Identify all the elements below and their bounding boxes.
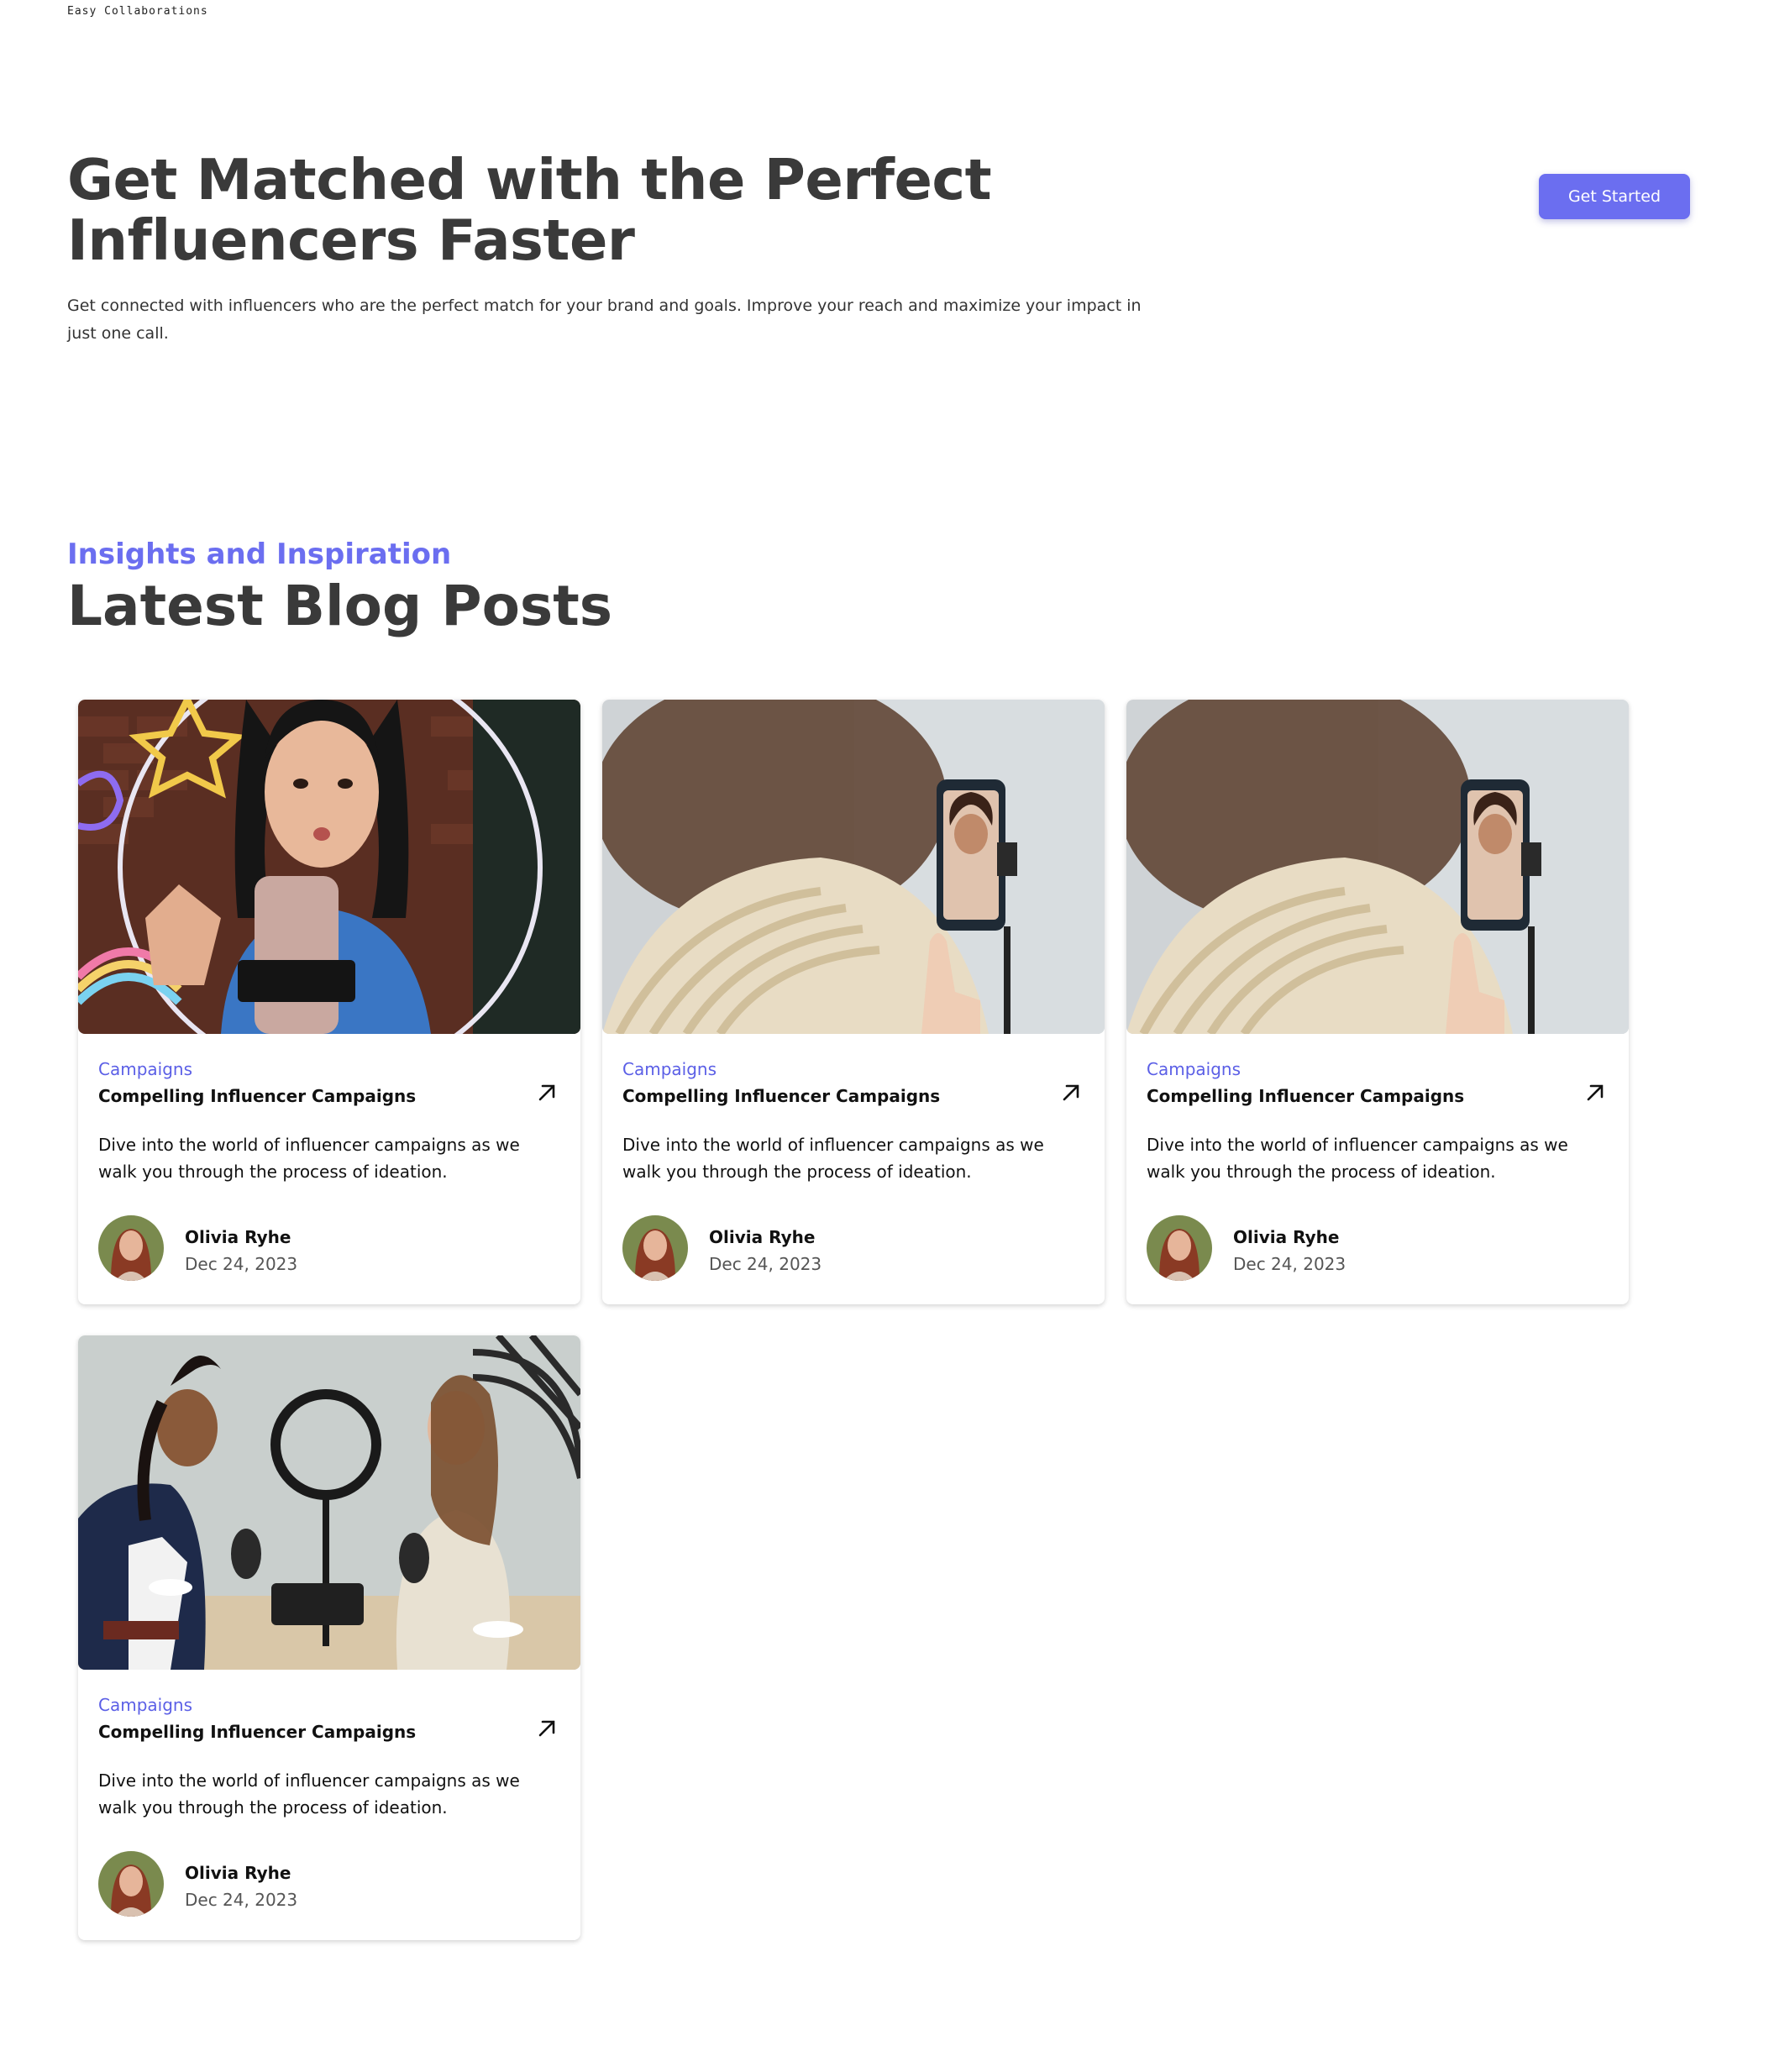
arrow-up-right-icon[interactable] <box>535 1717 559 1740</box>
brand-logo[interactable]: Easy Collaborations <box>67 0 208 18</box>
arrow-up-right-icon[interactable] <box>1583 1081 1607 1104</box>
blog-card-category[interactable]: Campaigns <box>1147 1059 1241 1079</box>
blog-card-category[interactable]: Campaigns <box>98 1695 192 1715</box>
blog-card-title[interactable]: Compelling Influencer Campaigns <box>1147 1086 1464 1106</box>
blog-card[interactable]: Campaigns Compelling Influencer Campaign… <box>602 700 1105 1304</box>
blog-card-title[interactable]: Compelling Influencer Campaigns <box>622 1086 940 1106</box>
post-date: Dec 24, 2023 <box>709 1254 822 1274</box>
blog-card-description: Dive into the world of influencer campai… <box>1147 1135 1568 1182</box>
blog-card-description: Dive into the world of influencer campai… <box>622 1135 1044 1182</box>
section-title: Latest Blog Posts <box>67 574 613 638</box>
author-name: Olivia Ryhe <box>185 1227 291 1247</box>
arrow-up-right-icon[interactable] <box>535 1081 559 1104</box>
author-avatar <box>622 1215 688 1281</box>
hero-title: Get Matched with the Perfect Influencers… <box>67 147 992 273</box>
blog-card[interactable]: Campaigns Compelling Influencer Campaign… <box>78 700 580 1304</box>
author-name: Olivia Ryhe <box>709 1227 816 1247</box>
blog-card-category[interactable]: Campaigns <box>622 1059 717 1079</box>
blog-card[interactable]: Campaigns Compelling Influencer Campaign… <box>78 1335 580 1940</box>
blog-card-image <box>1126 700 1629 1034</box>
blog-card-image <box>78 1335 580 1670</box>
post-date: Dec 24, 2023 <box>185 1254 298 1274</box>
blog-card-image <box>78 700 580 1034</box>
blog-card-category[interactable]: Campaigns <box>98 1059 192 1079</box>
get-started-button[interactable]: Get Started <box>1539 174 1690 219</box>
blog-card-title[interactable]: Compelling Influencer Campaigns <box>98 1086 416 1106</box>
blog-card-description: Dive into the world of influencer campai… <box>98 1770 520 1818</box>
section-eyebrow: Insights and Inspiration <box>67 538 452 571</box>
author-avatar <box>98 1851 164 1917</box>
blog-card[interactable]: Campaigns Compelling Influencer Campaign… <box>1126 700 1629 1304</box>
author-name: Olivia Ryhe <box>185 1863 291 1883</box>
arrow-up-right-icon[interactable] <box>1059 1081 1083 1104</box>
logo-tagline: Easy Collaborations <box>67 5 208 18</box>
author-avatar <box>98 1215 164 1281</box>
post-date: Dec 24, 2023 <box>185 1890 298 1910</box>
post-date: Dec 24, 2023 <box>1233 1254 1346 1274</box>
hero-description: Get connected with influencers who are t… <box>67 296 1142 343</box>
author-avatar <box>1147 1215 1212 1281</box>
blog-card-image <box>602 700 1105 1034</box>
blog-card-description: Dive into the world of influencer campai… <box>98 1135 520 1182</box>
author-name: Olivia Ryhe <box>1233 1227 1340 1247</box>
blog-card-title[interactable]: Compelling Influencer Campaigns <box>98 1722 416 1742</box>
